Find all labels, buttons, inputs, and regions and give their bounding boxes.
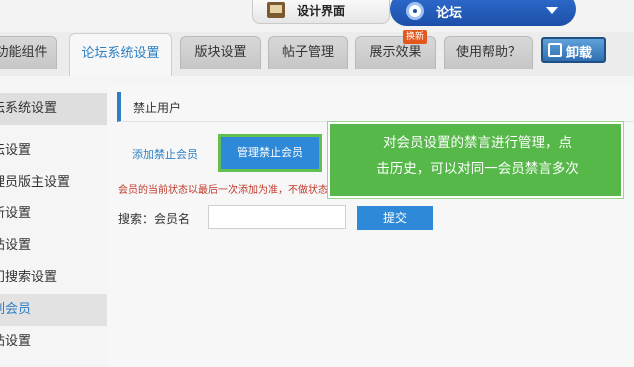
- forum-selector[interactable]: 论坛: [390, 0, 576, 26]
- member-name-search-input[interactable]: [208, 205, 346, 229]
- callout-text-line-2: 击历史，可以对同一会员禁言多次: [376, 161, 579, 177]
- section-title: 禁止用户: [117, 92, 634, 122]
- tutorial-callout: 对会员设置的禁言进行管理，点 击历史，可以对同一会员禁言多次: [328, 122, 623, 198]
- sidebar-item-reply-settings[interactable]: 帖设置: [0, 326, 107, 358]
- chevron-down-icon[interactable]: [546, 7, 558, 14]
- uninstall-button[interactable]: 卸载: [541, 37, 606, 63]
- manage-banned-members-tab[interactable]: 管理禁止会员: [218, 134, 322, 172]
- sidebar-item-search-settings[interactable]: 门搜索设置: [0, 262, 107, 294]
- sidebar-item-new-settings[interactable]: 新设置: [0, 198, 107, 230]
- tab-post-management[interactable]: 帖子管理: [268, 36, 348, 69]
- forum-selector-label: 论坛: [436, 6, 463, 21]
- tab-label: 展示效果: [369, 45, 422, 60]
- tab-label: 使用帮助？: [455, 45, 521, 60]
- design-view-button[interactable]: 设计界面: [252, 0, 390, 24]
- sidebar-item-forum-settings[interactable]: 坛设置: [0, 135, 107, 167]
- page-title: 禁止用户: [133, 101, 182, 115]
- search-label: 搜索：会员名: [118, 212, 191, 226]
- tab-components[interactable]: 功能组件: [0, 36, 57, 69]
- sidebar-item-post-settings[interactable]: 帖设置: [0, 230, 107, 262]
- sidebar-item-banned-members[interactable]: 列会员: [0, 294, 107, 326]
- submit-button[interactable]: 提交: [357, 206, 433, 230]
- new-badge: 换新: [403, 30, 428, 44]
- forum-icon: [406, 2, 424, 20]
- tab-label: 版块设置: [194, 45, 247, 60]
- callout-text-line-1: 对会员设置的禁言进行管理，点: [383, 135, 572, 151]
- sidebar-item-moderator-settings[interactable]: 理员版主设置: [0, 167, 107, 199]
- tab-forum-settings[interactable]: 论坛系统设置: [69, 33, 172, 77]
- uninstall-icon: [548, 43, 562, 57]
- add-banned-member-tab[interactable]: 添加禁止会员: [122, 141, 208, 169]
- design-icon: [267, 2, 285, 18]
- design-view-label: 设计界面: [297, 4, 346, 18]
- uninstall-label: 卸载: [566, 46, 593, 61]
- tab-board-settings[interactable]: 版块设置: [180, 36, 261, 69]
- tab-help[interactable]: 使用帮助？: [444, 36, 533, 69]
- tab-label: 帖子管理: [281, 45, 334, 60]
- tab-label: 功能组件: [0, 45, 48, 60]
- sidebar-header: 坛系统设置: [0, 93, 107, 125]
- tab-label: 论坛系统设置: [81, 46, 160, 61]
